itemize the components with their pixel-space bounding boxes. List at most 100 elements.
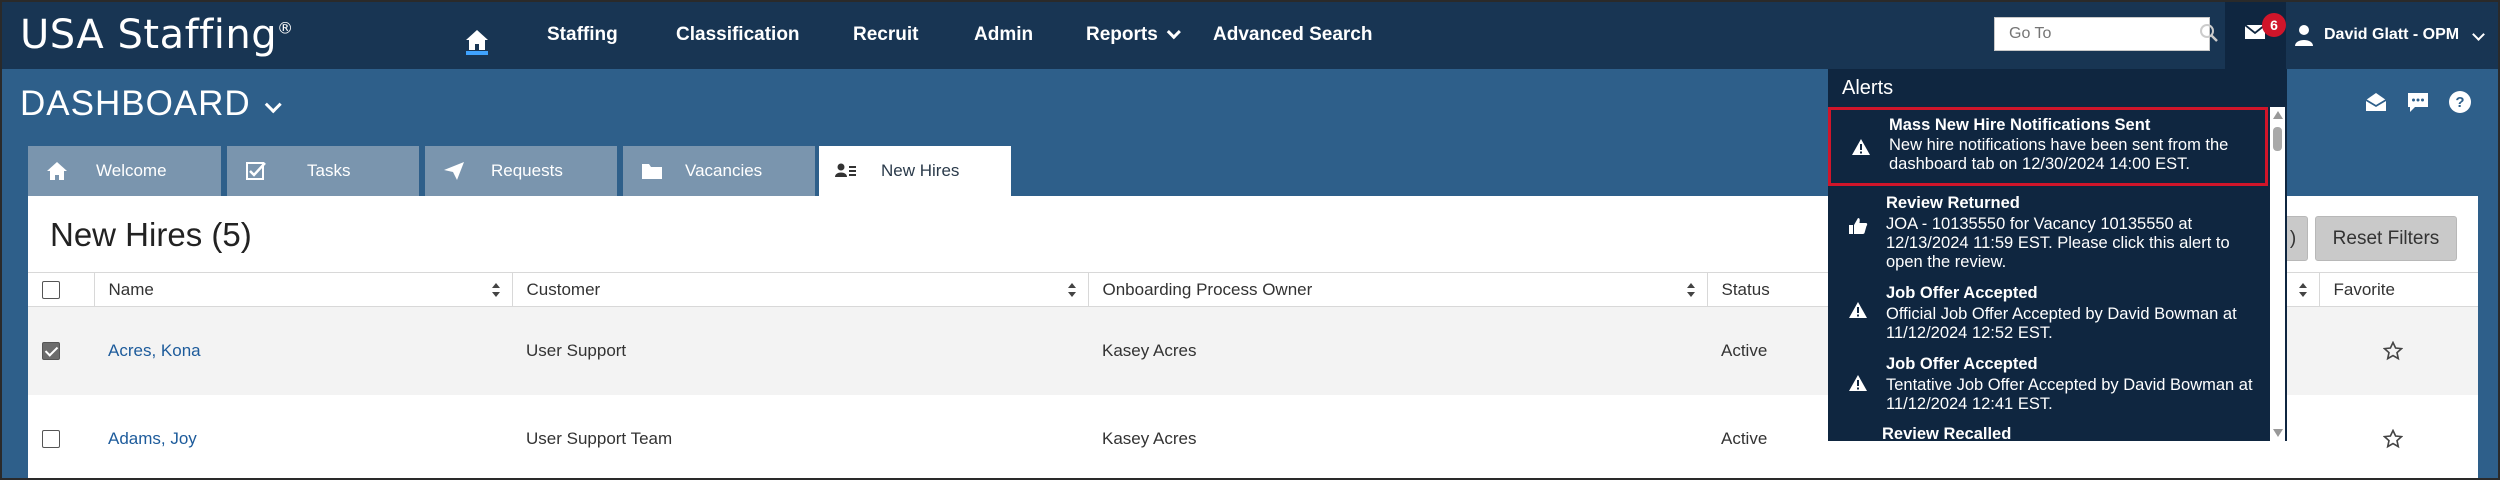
checkbox-icon — [246, 162, 266, 180]
column-header-favorite: Favorite — [2319, 273, 2478, 307]
column-header-customer[interactable]: Customer — [512, 272, 1089, 307]
sort-icon[interactable] — [491, 282, 500, 298]
nav-admin[interactable]: Admin — [974, 24, 1033, 46]
app-window: USA Staffing® Staffing Classification Re… — [0, 0, 2500, 480]
row-checkbox-cell — [28, 395, 94, 479]
sort-icon[interactable] — [1067, 282, 1076, 298]
scroll-down-arrow-icon[interactable] — [2273, 429, 2283, 437]
nav-staffing[interactable]: Staffing — [547, 24, 618, 46]
owner-cell: Kasey Acres — [1102, 428, 1197, 448]
warning-icon — [1849, 302, 1867, 318]
chevron-down-icon — [264, 96, 282, 114]
top-navigation: USA Staffing® Staffing Classification Re… — [2, 2, 2498, 69]
name-link[interactable]: Acres, Kona — [108, 341, 201, 360]
row-checkbox-cell — [28, 307, 94, 395]
owner-cell: Kasey Acres — [1102, 340, 1197, 360]
tab-new-hires-label: New Hires — [881, 161, 960, 180]
notification-count-badge: 6 — [2262, 13, 2286, 37]
alert-item[interactable]: Job Offer Accepted Tentative Job Offer A… — [1828, 352, 2268, 424]
tab-requests[interactable]: Requests — [425, 146, 617, 196]
select-all-checkbox[interactable] — [42, 281, 60, 300]
tab-vacancies[interactable]: Vacancies — [623, 146, 815, 196]
page-title[interactable]: DASHBOARD — [20, 84, 282, 124]
name-cell: Acres, Kona — [94, 307, 512, 395]
alert-body: Tentative Job Offer Accepted by David Bo… — [1886, 376, 2253, 413]
brand-mark: ® — [277, 18, 294, 38]
person-list-icon — [835, 163, 856, 177]
user-menu-name[interactable]: David Glatt - OPM — [2324, 26, 2459, 44]
home-active-indicator — [466, 51, 488, 55]
home-icon — [47, 162, 67, 180]
tab-requests-label: Requests — [491, 161, 563, 180]
name-cell: Adams, Joy — [94, 395, 512, 479]
svg-text:?: ? — [2455, 94, 2464, 111]
sort-icon[interactable] — [1686, 282, 1695, 298]
favorite-cell — [2319, 395, 2478, 479]
star-icon[interactable] — [2383, 341, 2403, 361]
goto-input[interactable] — [1994, 17, 2210, 51]
user-icon[interactable] — [2294, 24, 2314, 46]
tab-new-hires[interactable]: New Hires — [819, 146, 1011, 197]
nav-classification[interactable]: Classification — [676, 24, 800, 46]
column-header-name[interactable]: Name — [94, 272, 513, 307]
select-all-header — [28, 272, 95, 307]
alert-title: Review Returned — [1886, 194, 2020, 212]
alerts-list: Mass New Hire Notifications Sent New hir… — [1828, 107, 2268, 441]
nav-recruit[interactable]: Recruit — [853, 24, 918, 46]
name-link[interactable]: Adams, Joy — [108, 429, 197, 448]
favorite-cell — [2319, 307, 2478, 395]
help-icon[interactable]: ? — [2448, 90, 2472, 114]
column-header-owner[interactable]: Onboarding Process Owner — [1088, 272, 1708, 307]
alert-body: Official Job Offer Accepted by David Bow… — [1886, 305, 2237, 342]
column-label: Favorite — [2333, 279, 2395, 299]
tab-vacancies-label: Vacancies — [685, 161, 763, 180]
tab-tasks[interactable]: Tasks — [227, 146, 419, 196]
sort-icon[interactable] — [2298, 282, 2307, 298]
tab-welcome[interactable]: Welcome — [28, 146, 221, 196]
scroll-up-arrow-icon[interactable] — [2273, 111, 2283, 119]
search-icon[interactable] — [2198, 22, 2220, 44]
brand-name: USA Staffing — [20, 12, 278, 58]
warning-icon — [1849, 375, 1867, 391]
nav-advanced-search[interactable]: Advanced Search — [1213, 24, 1372, 46]
chevron-down-icon — [1166, 25, 1181, 40]
section-title: New Hires (5) — [50, 216, 252, 253]
alert-title: Job Offer Accepted — [1886, 355, 2038, 373]
column-label: Name — [108, 279, 154, 299]
alert-item[interactable]: Mass New Hire Notifications Sent New hir… — [1828, 107, 2268, 186]
alert-title: Review Recalled — [1882, 425, 2012, 441]
tab-tasks-label: Tasks — [307, 161, 351, 180]
reset-filters-button[interactable]: Reset Filters — [2315, 216, 2457, 261]
page-title-label: DASHBOARD — [20, 84, 251, 123]
customer-cell: User Support — [526, 340, 627, 360]
column-label: Onboarding Process Owner — [1102, 279, 1313, 299]
alert-item[interactable]: Review Recalled — [1828, 425, 2268, 441]
alert-item[interactable]: Review Returned JOA - 10135550 for Vacan… — [1828, 191, 2268, 281]
alert-body: New hire notifications have been sent fr… — [1889, 136, 2229, 173]
warning-icon — [1852, 139, 1870, 155]
tab-welcome-label: Welcome — [96, 161, 167, 180]
envelope-open-icon[interactable] — [2364, 90, 2388, 114]
row-checkbox[interactable] — [42, 342, 60, 361]
scroll-thumb[interactable] — [2273, 127, 2282, 151]
alert-body: JOA - 10135550 for Vacancy 10135550 at 1… — [1886, 215, 2230, 271]
alert-title: Mass New Hire Notifications Sent — [1889, 116, 2151, 134]
customer-cell: User Support Team — [526, 428, 673, 448]
row-checkbox[interactable] — [42, 430, 60, 449]
thumbs-up-icon — [1849, 218, 1868, 234]
chevron-down-icon[interactable] — [2472, 28, 2485, 41]
star-icon[interactable] — [2383, 428, 2403, 449]
chat-bubble-icon[interactable] — [2406, 90, 2430, 114]
alerts-dropdown: Alerts Mass New Hire Notifications Sent … — [1828, 69, 2287, 441]
folder-icon — [642, 164, 662, 179]
alerts-scrollbar[interactable] — [2270, 107, 2285, 441]
paper-plane-icon — [444, 162, 464, 180]
brand-logo[interactable]: USA Staffing® — [20, 12, 294, 58]
alerts-title: Alerts — [1842, 77, 1894, 99]
alert-title: Job Offer Accepted — [1886, 284, 2038, 302]
column-label: Customer — [526, 279, 601, 299]
column-label: Status — [1721, 279, 1770, 299]
nav-reports-label: Reports — [1086, 24, 1158, 45]
nav-reports[interactable]: Reports — [1086, 24, 1181, 46]
alert-item[interactable]: Job Offer Accepted Official Job Offer Ac… — [1828, 279, 2268, 351]
